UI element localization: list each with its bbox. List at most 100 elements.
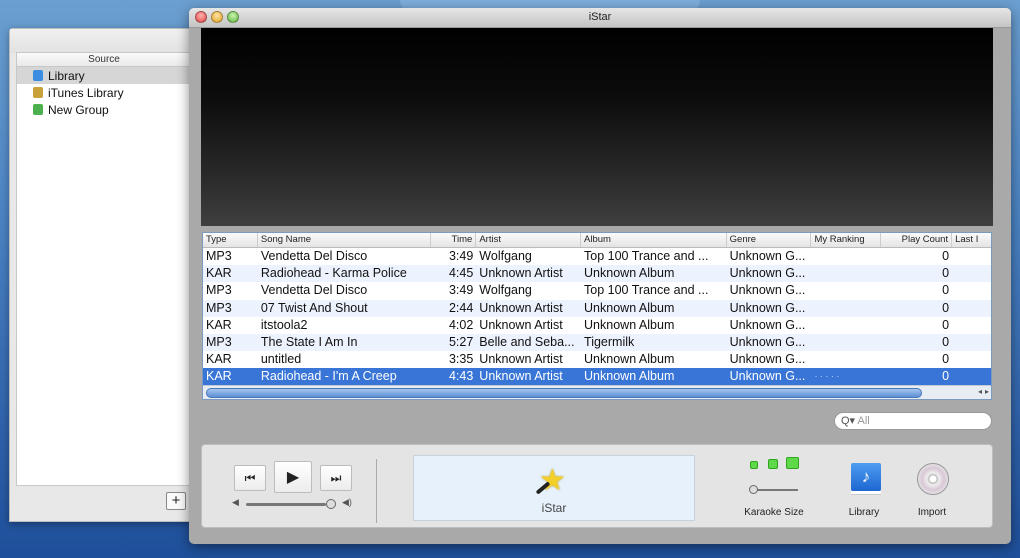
lcd-label: iStar	[541, 501, 567, 515]
column-header-album[interactable]: Album	[581, 233, 727, 247]
table-row[interactable]: KAR Radiohead - Karma Police 4:45 Unknown A…	[203, 265, 991, 283]
table-row[interactable]: KAR Radiohead - I'm A Creep 4:43 Unknown Ar…	[203, 368, 991, 386]
cell-last	[952, 300, 991, 317]
cell-genre: Unknown G...	[729, 352, 806, 367]
scrollbar-thumb[interactable]	[206, 388, 922, 398]
window-title: iStar	[588, 11, 612, 23]
karaoke-size-small-icon[interactable]	[750, 461, 758, 469]
itunes-library-icon	[33, 87, 43, 98]
horizontal-scrollbar[interactable]: ◂ ▸	[203, 385, 991, 399]
column-header-genre[interactable]: Genre	[727, 233, 812, 247]
table-row[interactable]: MP3 Vendetta Del Disco 3:49 Wolfgang Top 100…	[203, 248, 991, 265]
cell-song: Radiohead - I'm A Creep	[260, 369, 397, 384]
video-display	[201, 28, 993, 226]
cell-ranking	[811, 265, 881, 282]
cell-ranking	[811, 334, 881, 351]
cell-type: KAR	[206, 317, 232, 332]
cell-type: MP3	[206, 300, 232, 315]
music-library-icon: ♪	[851, 463, 881, 491]
cell-time: 4:02	[448, 317, 474, 332]
play-button[interactable]: ▶	[274, 461, 312, 493]
table-row[interactable]: MP3 The State I Am In 5:27 Belle and Seba..…	[203, 333, 991, 352]
play-icon: ▶	[286, 469, 300, 486]
source-window: Source Library iTunes Library New Group …	[9, 28, 193, 522]
cell-last	[952, 317, 991, 334]
cell-time: 3:49	[448, 283, 474, 298]
cell-song: untitled	[260, 352, 302, 367]
table-row[interactable]: KAR itstoola2 4:02 Unknown Artist Unknown Al…	[203, 317, 991, 334]
cell-time: 3:49	[448, 249, 474, 263]
cell-plays: 0	[942, 249, 950, 263]
column-header-song-name[interactable]: Song Name	[258, 233, 432, 247]
karaoke-size-knob[interactable]	[749, 485, 758, 494]
column-header-last-played[interactable]: Last I	[952, 233, 991, 247]
cell-artist: Unknown Artist	[479, 266, 563, 281]
cell-album: Top 100 Trance and ...	[584, 283, 709, 298]
column-header-my-ranking[interactable]: My Ranking	[811, 233, 882, 247]
source-item-new-group[interactable]: New Group	[17, 101, 191, 118]
cell-time: 4:45	[448, 266, 474, 281]
cell-last	[952, 334, 991, 351]
cell-type: MP3	[206, 283, 232, 298]
close-button[interactable]	[195, 11, 207, 23]
table-row[interactable]: MP3 Vendetta Del Disco 3:49 Wolfgang Top 100…	[203, 282, 991, 299]
column-header-time[interactable]: Time	[431, 233, 477, 247]
volume-slider[interactable]	[246, 503, 326, 506]
previous-button[interactable]: ⏮	[234, 465, 266, 491]
karaoke-size-large-icon[interactable]	[786, 457, 799, 469]
library-icon	[33, 70, 43, 81]
table-row[interactable]: MP3 07 Twist And Shout 2:44 Unknown Artist U…	[203, 299, 991, 317]
source-item-label: iTunes Library	[48, 85, 124, 100]
karaoke-size-medium-icon[interactable]	[768, 459, 778, 469]
search-field[interactable]: Q▾ All	[834, 412, 992, 430]
cell-last	[952, 351, 991, 368]
column-header-type[interactable]: Type	[203, 233, 258, 247]
scroll-right-arrow[interactable]: ▸	[985, 387, 989, 396]
table-body: MP3 Vendetta Del Disco 3:49 Wolfgang Top 100…	[203, 248, 991, 386]
column-header-artist[interactable]: Artist	[476, 233, 582, 247]
source-window-titlebar[interactable]	[10, 29, 192, 53]
cell-plays: 0	[942, 283, 950, 298]
titlebar[interactable]: iStar	[189, 8, 1011, 28]
cell-album: Unknown Album	[584, 300, 675, 315]
cell-album: Tigermilk	[584, 334, 635, 349]
add-source-button[interactable]: +	[166, 492, 186, 510]
cell-genre: Unknown G...	[729, 334, 806, 349]
source-item-library[interactable]: Library	[17, 67, 191, 84]
previous-icon: ⏮	[244, 470, 256, 485]
cell-song: Radiohead - Karma Police	[260, 266, 407, 281]
cell-ranking	[811, 351, 881, 368]
cell-time: 4:43	[448, 369, 474, 384]
library-shelf	[851, 491, 881, 495]
cell-ranking	[811, 317, 881, 334]
minimize-button[interactable]	[211, 11, 223, 23]
cell-genre: Unknown G...	[729, 283, 806, 298]
karaoke-size-slider[interactable]	[752, 489, 798, 491]
scroll-left-arrow[interactable]: ◂	[978, 387, 982, 396]
cell-album: Unknown Album	[584, 352, 675, 367]
cell-genre: Unknown G...	[729, 317, 806, 332]
cell-plays: 0	[942, 300, 950, 315]
cell-genre: Unknown G...	[729, 300, 806, 315]
column-header-play-count[interactable]: Play Count	[881, 233, 953, 247]
cell-artist: Unknown Artist	[479, 369, 563, 384]
source-item-itunes-library[interactable]: iTunes Library	[17, 84, 191, 101]
song-table: Type Song Name Time Artist Album Genre M…	[202, 232, 992, 400]
import-button[interactable]: Import	[892, 445, 972, 529]
source-header: Source	[17, 53, 191, 67]
cell-plays: 0	[942, 334, 950, 349]
cell-type: KAR	[206, 369, 232, 384]
next-button[interactable]: ⏭	[320, 465, 352, 491]
cell-ranking	[811, 248, 881, 265]
cell-type: MP3	[206, 249, 232, 263]
table-header: Type Song Name Time Artist Album Genre M…	[203, 233, 991, 248]
zoom-button[interactable]	[227, 11, 239, 23]
search-icon[interactable]: Q▾	[841, 415, 855, 427]
source-item-label: New Group	[48, 102, 109, 117]
karaoke-size-control[interactable]: Karaoke Size	[734, 445, 814, 529]
cell-album: Top 100 Trance and ...	[584, 249, 709, 263]
table-row[interactable]: KAR untitled 3:35 Unknown Artist Unknown Alb…	[203, 351, 991, 368]
volume-knob[interactable]	[326, 499, 336, 509]
volume-low-icon: ◀	[232, 497, 239, 507]
cell-ranking: · · · · ·	[814, 371, 840, 382]
